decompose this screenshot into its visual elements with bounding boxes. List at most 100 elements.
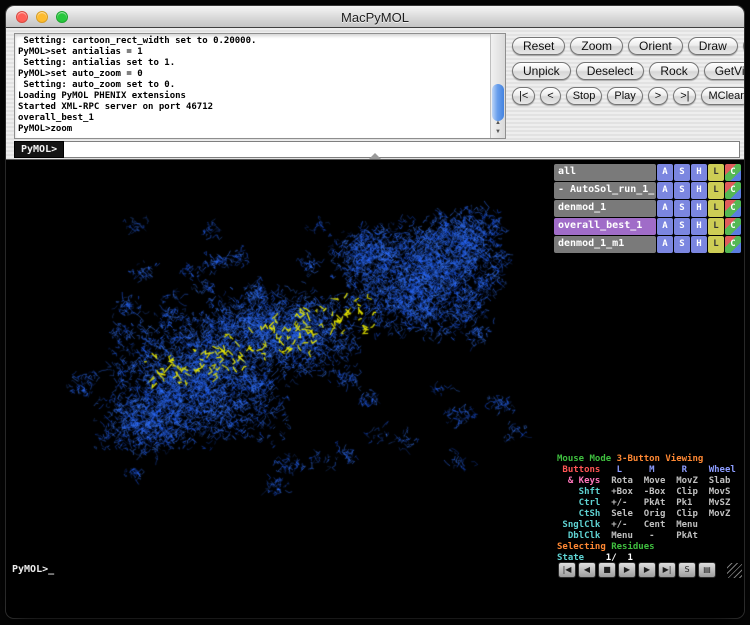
- mouse-panel-text: L M R Wheel: [611, 465, 736, 475]
- object-name[interactable]: - AutoSol_run_1_: [554, 182, 656, 199]
- step-forward-button[interactable]: >: [648, 87, 668, 105]
- object-hide-button[interactable]: H: [691, 164, 707, 181]
- mouse-panel-line: DblClk Menu - PkAt: [557, 531, 736, 542]
- object-color-button[interactable]: C: [725, 218, 741, 235]
- movie-step-back-button[interactable]: ◀: [578, 562, 596, 578]
- mouse-panel-text: Selecting: [557, 542, 611, 552]
- pane-splitter-handle[interactable]: [369, 153, 381, 159]
- mouse-panel-text: +/- Cent Menu: [611, 520, 698, 530]
- object-label-button[interactable]: L: [708, 182, 724, 199]
- window-title: MacPyMOL: [6, 10, 744, 25]
- object-name[interactable]: denmod_1: [554, 200, 656, 217]
- object-show-button[interactable]: S: [674, 164, 690, 181]
- object-hide-button[interactable]: H: [691, 200, 707, 217]
- mouse-panel-text: Sele Orig Clip MovZ: [611, 509, 730, 519]
- object-row: denmod_1_m1ASHLC: [554, 236, 741, 253]
- play-button[interactable]: Play: [607, 87, 642, 105]
- rewind-button[interactable]: |<: [512, 87, 535, 105]
- toolbar-row: Unpick DeselectRock GetView: [512, 62, 741, 80]
- command-input[interactable]: [64, 141, 740, 158]
- mouse-panel-text: 3-Button Viewing: [617, 454, 704, 464]
- object-panel: allASHLC- AutoSol_run_1_ASHLCdenmod_1ASH…: [553, 160, 744, 617]
- panel-toggle-button[interactable]: ▤: [698, 562, 716, 578]
- toolbar: Reset Zoom Orient Draw Ray Unpick DeselectRock…: [512, 37, 741, 105]
- mouse-panel-line: SnglClk +/- Cent Menu: [557, 520, 736, 531]
- vcr-bar: |◀◀■▶▶▶|S▤: [558, 562, 716, 578]
- object-row: allASHLC: [554, 164, 741, 181]
- zoom-button[interactable]: Zoom: [570, 37, 623, 55]
- mouse-panel-text: Residues: [611, 542, 654, 552]
- object-label-button[interactable]: L: [708, 164, 724, 181]
- object-action-button[interactable]: A: [657, 200, 673, 217]
- scroll-up-icon[interactable]: ▲: [491, 119, 505, 128]
- object-action-button[interactable]: A: [657, 164, 673, 181]
- console-log[interactable]: Setting: cartoon_rect_width set to 0.200…: [14, 33, 506, 139]
- object-color-button[interactable]: C: [725, 182, 741, 199]
- object-name[interactable]: overall_best_1: [554, 218, 656, 235]
- mouse-panel-text: +Box -Box Clip MovS: [611, 487, 730, 497]
- mouse-panel-line[interactable]: Selecting Residues: [557, 542, 736, 553]
- object-show-button[interactable]: S: [674, 236, 690, 253]
- scroll-down-icon[interactable]: ▼: [491, 128, 505, 137]
- object-show-button[interactable]: S: [674, 182, 690, 199]
- movie-stop-button[interactable]: ■: [598, 562, 616, 578]
- title-bar[interactable]: MacPyMOL: [6, 6, 744, 28]
- mouse-panel-line: & Keys Rota Move MovZ Slab: [557, 476, 736, 487]
- macpymol-window: MacPyMOL Setting: cartoon_rect_width set…: [6, 6, 744, 618]
- console-line: overall_best_1: [18, 113, 487, 124]
- mouse-panel: Mouse Mode 3-Button Viewing Buttons L M …: [557, 454, 736, 564]
- step-back-button[interactable]: <: [540, 87, 560, 105]
- object-hide-button[interactable]: H: [691, 218, 707, 235]
- getview-button[interactable]: GetView: [704, 62, 744, 80]
- scrollbar-thumb[interactable]: [492, 84, 504, 121]
- deselect-button[interactable]: Deselect: [576, 62, 645, 80]
- object-show-button[interactable]: S: [674, 200, 690, 217]
- object-label-button[interactable]: L: [708, 218, 724, 235]
- object-hide-button[interactable]: H: [691, 182, 707, 199]
- movie-rewind-button[interactable]: |◀: [558, 562, 576, 578]
- resize-grip[interactable]: [727, 563, 742, 578]
- movie-end-button[interactable]: ▶|: [658, 562, 676, 578]
- mouse-panel-text: Menu - PkAt: [611, 531, 698, 541]
- object-label-button[interactable]: L: [708, 200, 724, 217]
- console-line: PyMOL>zoom: [18, 124, 487, 135]
- object-label-button[interactable]: L: [708, 236, 724, 253]
- ray-button[interactable]: Ray: [743, 37, 744, 55]
- object-row: denmod_1ASHLC: [554, 200, 741, 217]
- console-line: Loading PyMOL PHENIX extensions: [18, 91, 487, 102]
- draw-button[interactable]: Draw: [688, 37, 738, 55]
- movie-step-forward-button[interactable]: ▶: [638, 562, 656, 578]
- stop-button[interactable]: Stop: [566, 87, 603, 105]
- console-line: PyMOL>set auto_zoom = 0: [18, 69, 487, 80]
- object-show-button[interactable]: S: [674, 218, 690, 235]
- console-scrollbar[interactable]: ▲ ▼: [490, 34, 505, 138]
- mouse-panel-text: +/- PkAt Pk1 MvSZ: [611, 498, 730, 508]
- movie-play-button[interactable]: ▶: [618, 562, 636, 578]
- mouse-panel-text: SnglClk: [557, 520, 611, 530]
- orient-button[interactable]: Orient: [628, 37, 683, 55]
- fast-forward-button[interactable]: >|: [673, 87, 696, 105]
- object-name[interactable]: all: [554, 164, 656, 181]
- console-line: PyMOL>set antialias = 1: [18, 47, 487, 58]
- object-row: overall_best_1ASHLC: [554, 218, 741, 235]
- object-name[interactable]: denmod_1_m1: [554, 236, 656, 253]
- reset-button[interactable]: Reset: [512, 37, 565, 55]
- viewport-3d[interactable]: [6, 160, 553, 617]
- mouse-panel-text: & Keys: [557, 476, 611, 486]
- mclear-button[interactable]: MClear: [701, 87, 744, 105]
- object-action-button[interactable]: A: [657, 182, 673, 199]
- unpick-button[interactable]: Unpick: [512, 62, 571, 80]
- object-action-button[interactable]: A: [657, 218, 673, 235]
- object-color-button[interactable]: C: [725, 236, 741, 253]
- scene-button[interactable]: S: [678, 562, 696, 578]
- toolbar-row: |< < StopPlay > >| MClear: [512, 87, 741, 105]
- object-hide-button[interactable]: H: [691, 236, 707, 253]
- rock-button[interactable]: Rock: [649, 62, 698, 80]
- toolbar-row: Reset Zoom Orient Draw Ray: [512, 37, 741, 55]
- console-line: Setting: auto_zoom set to 0.: [18, 80, 487, 91]
- object-color-button[interactable]: C: [725, 164, 741, 181]
- object-action-button[interactable]: A: [657, 236, 673, 253]
- object-color-button[interactable]: C: [725, 200, 741, 217]
- render-area: allASHLC- AutoSol_run_1_ASHLCdenmod_1ASH…: [6, 160, 744, 617]
- mouse-panel-text: CtSh: [557, 509, 611, 519]
